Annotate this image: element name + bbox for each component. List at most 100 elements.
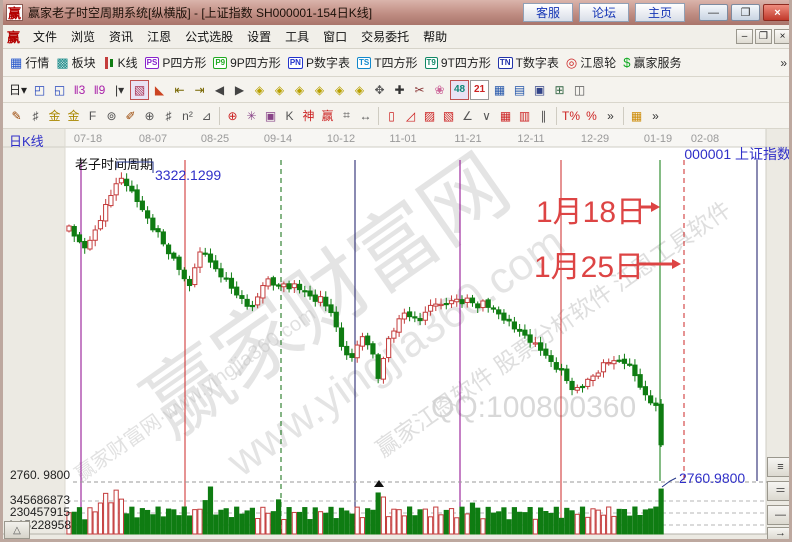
grid-9-icon[interactable]: ‖9: [90, 80, 109, 100]
p-square-button[interactable]: PSP四方形: [142, 52, 210, 74]
restore-button[interactable]: ❐: [731, 4, 760, 21]
pane-split-2-button[interactable]: ＝: [767, 481, 792, 501]
parallel-lines-icon[interactable]: ∥: [534, 106, 553, 126]
angle-tool-icon[interactable]: ⊿: [197, 106, 216, 126]
mdi-restore-button[interactable]: ❐: [755, 29, 772, 44]
close-button[interactable]: ×: [763, 4, 792, 21]
brush-icon[interactable]: ✐: [121, 106, 140, 126]
p-number-table-button[interactable]: PNP数字表: [285, 52, 353, 74]
minimize-button[interactable]: —: [699, 4, 728, 21]
color-kline-icon[interactable]: ◣: [150, 80, 169, 100]
mdi-close-button[interactable]: ×: [774, 29, 791, 44]
quotes-button[interactable]: ▦行情: [7, 52, 52, 74]
t-percent-icon[interactable]: T%: [560, 106, 582, 126]
menu-item-browse[interactable]: 浏览: [64, 26, 102, 47]
flower-tool-icon[interactable]: ❀: [430, 80, 449, 100]
starburst-icon[interactable]: ✳: [242, 106, 261, 126]
user-data-icon[interactable]: ◫: [570, 80, 589, 100]
mdi-minimize-button[interactable]: –: [736, 29, 753, 44]
period-day-dropdown[interactable]: 日▾: [7, 80, 29, 100]
toolbar1-overflow[interactable]: »: [776, 56, 791, 70]
gann-fan-icon[interactable]: ◿: [401, 106, 420, 126]
crosshair-icon[interactable]: ✚: [390, 80, 409, 100]
menu-item-file[interactable]: 文件: [26, 26, 64, 47]
v-shape-icon[interactable]: ∨: [477, 106, 496, 126]
menu-item-tools[interactable]: 工具: [278, 26, 316, 47]
grid-123-icon[interactable]: ⌗: [337, 106, 356, 126]
highlight-tool-icon[interactable]: ▧: [130, 80, 149, 100]
menu-item-trade[interactable]: 交易委托: [354, 26, 416, 47]
ying-tool-icon[interactable]: 赢: [318, 106, 337, 126]
t-square-button[interactable]: TST四方形: [354, 52, 421, 74]
box-frame-icon[interactable]: ▯: [382, 106, 401, 126]
t-number-table-button[interactable]: TNT数字表: [495, 52, 562, 74]
pane-split-1-button[interactable]: —: [767, 505, 792, 525]
red-grid-icon[interactable]: ▦: [496, 106, 515, 126]
candle-style-dropdown[interactable]: |▾: [110, 80, 129, 100]
service-button[interactable]: 客服: [523, 3, 573, 22]
calculator-icon[interactable]: ▦: [490, 80, 509, 100]
f-grid-icon[interactable]: F: [83, 106, 102, 126]
gold-grid-2-icon[interactable]: 金: [64, 106, 83, 126]
menu-item-gann[interactable]: 江恩: [140, 26, 178, 47]
chart-canvas[interactable]: 日K线07-1808-0708-2509-1410-1211-0111-2112…: [3, 129, 792, 542]
red-box-lines-icon[interactable]: ▧: [439, 106, 458, 126]
grid-3-icon[interactable]: ‖3: [70, 80, 89, 100]
k-mark-icon[interactable]: K: [280, 106, 299, 126]
9t-square-button[interactable]: T99T四方形: [422, 52, 494, 74]
pane-arrow-button[interactable]: →: [767, 527, 792, 540]
expand-corner-button[interactable]: △: [4, 521, 30, 539]
pane-split-3-button[interactable]: ≡: [767, 457, 792, 477]
9p-square-button[interactable]: P99P四方形: [210, 52, 283, 74]
first-bar-icon[interactable]: ⇤: [170, 80, 189, 100]
circle-cross-icon[interactable]: ⊕: [140, 106, 159, 126]
gold-grid-1-icon[interactable]: 金: [45, 106, 64, 126]
sectors-button[interactable]: ▩板块: [53, 52, 98, 74]
info-panel-icon[interactable]: ◱: [50, 80, 69, 100]
width-adjust-icon[interactable]: ↔: [356, 106, 375, 126]
overlay-window-icon[interactable]: ◰: [30, 80, 49, 100]
square-target-icon[interactable]: ▣: [261, 106, 280, 126]
red-grid-box-icon[interactable]: ▨: [420, 106, 439, 126]
menu-item-formula-stock-pick[interactable]: 公式选股: [178, 26, 240, 47]
shen-tool-icon[interactable]: 神: [299, 106, 318, 126]
diamond-shift-left-icon[interactable]: ◈: [250, 80, 269, 100]
menu-item-window[interactable]: 窗口: [316, 26, 354, 47]
prev-bar-icon[interactable]: ◀: [210, 80, 229, 100]
save-icon[interactable]: ▣: [530, 80, 549, 100]
menu-item-settings[interactable]: 设置: [240, 26, 278, 47]
toolbar3-overflow-2[interactable]: »: [646, 106, 665, 126]
toolbar3-overflow-1[interactable]: »: [601, 106, 620, 126]
trend-angle-icon[interactable]: ∠: [458, 106, 477, 126]
cut-tool-icon[interactable]: ✂: [410, 80, 429, 100]
diamond-shift-right-icon[interactable]: ◈: [270, 80, 289, 100]
drag-hand-icon[interactable]: ✥: [370, 80, 389, 100]
last-bar-icon[interactable]: ⇥: [190, 80, 209, 100]
diamond-h-shrink-icon[interactable]: ◈: [310, 80, 329, 100]
export-icon[interactable]: ⊞: [550, 80, 569, 100]
menu-item-help[interactable]: 帮助: [416, 26, 454, 47]
n-square-icon[interactable]: n²: [178, 106, 197, 126]
notepad-icon[interactable]: ▤: [510, 80, 529, 100]
volume-bar: [229, 518, 233, 534]
next-bar-icon[interactable]: ▶: [230, 80, 249, 100]
yellow-grid-icon[interactable]: ▦: [627, 106, 646, 126]
calendar-21-icon[interactable]: 21: [470, 80, 489, 100]
spiral-icon[interactable]: ⊚: [102, 106, 121, 126]
red-circle-cross-icon[interactable]: ⊕: [223, 106, 242, 126]
red-grid2-icon[interactable]: ▥: [515, 106, 534, 126]
gann-wheel-button[interactable]: ◎江恩轮: [563, 52, 619, 74]
pen-tool-icon[interactable]: ✎: [7, 106, 26, 126]
percent-line-icon[interactable]: %: [582, 106, 601, 126]
home-button[interactable]: 主页: [635, 3, 685, 22]
kline-button[interactable]: K线: [100, 52, 141, 74]
forum-button[interactable]: 论坛: [579, 3, 629, 22]
hatch-icon[interactable]: ♯: [159, 106, 178, 126]
grid48-icon[interactable]: 48: [450, 80, 469, 100]
gann-grid-icon[interactable]: ♯: [26, 106, 45, 126]
diamond-h-expand-icon[interactable]: ◈: [290, 80, 309, 100]
diamond-v-expand-icon[interactable]: ◈: [330, 80, 349, 100]
diamond-v-shrink-icon[interactable]: ◈: [350, 80, 369, 100]
winner-service-button[interactable]: $赢家服务: [620, 52, 684, 74]
menu-item-news[interactable]: 资讯: [102, 26, 140, 47]
